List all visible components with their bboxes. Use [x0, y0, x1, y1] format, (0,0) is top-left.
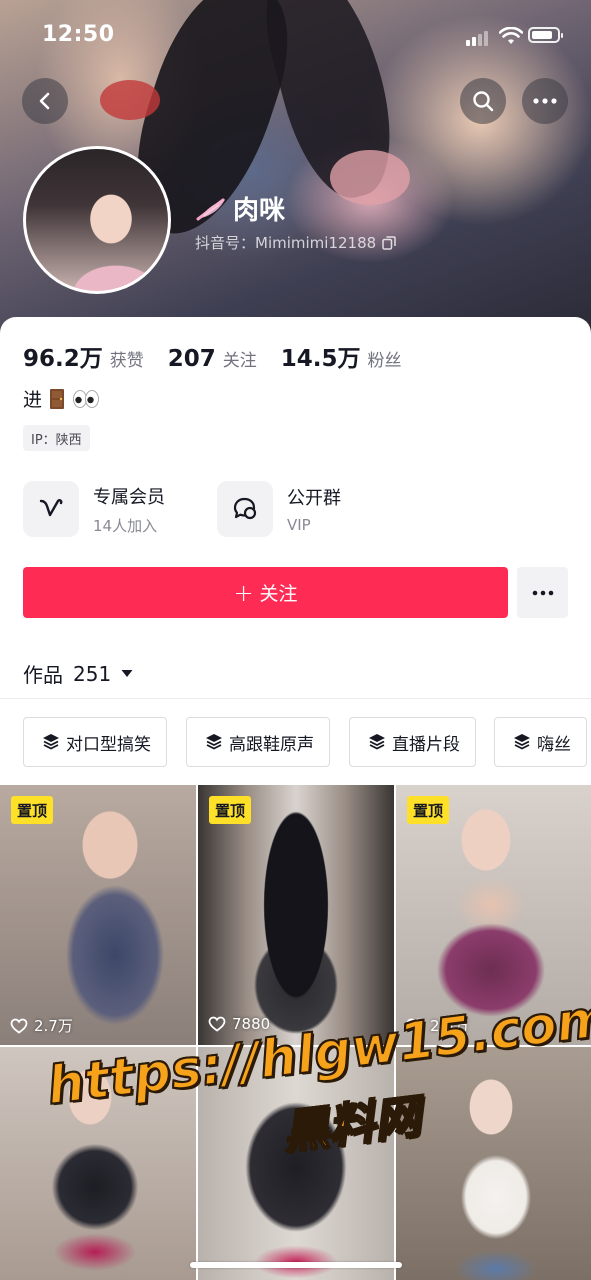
v-member-icon — [39, 499, 63, 517]
feature-public-group[interactable]: 公开群 VIP — [217, 481, 341, 537]
more-dots-icon — [532, 590, 553, 595]
battery-level — [532, 31, 553, 39]
ip-location-tag: IP：陕西 — [23, 425, 90, 451]
like-count-value: 2.7万 — [34, 1017, 73, 1035]
douyin-id-value: Mimimimi12188 — [255, 233, 377, 252]
stat-value: 14.5万 — [280, 346, 361, 372]
layers-icon — [43, 734, 59, 750]
tab-works[interactable]: 作品 251 — [23, 659, 133, 688]
like-count-value: 7880 — [232, 1015, 271, 1033]
battery-icon — [528, 27, 563, 43]
copy-icon[interactable] — [382, 235, 396, 250]
status-time: 12:50 — [42, 22, 115, 47]
collection-label: 嗨丝 — [537, 734, 571, 755]
wifi-icon — [499, 27, 523, 44]
banner-photo-detail — [330, 150, 410, 205]
bio: 进 — [23, 385, 100, 412]
nickname-row: 肉咪 — [195, 190, 285, 227]
heart-icon — [10, 1018, 28, 1034]
search-button[interactable] — [460, 78, 506, 124]
stats-row: 96.2万 获赞 207 关注 14.5万 粉丝 — [23, 339, 426, 373]
banner-photo-detail — [100, 80, 160, 120]
collection-chip[interactable]: 对口型搞笑 — [23, 717, 167, 767]
search-icon — [473, 91, 494, 112]
pinned-badge: 置顶 — [407, 796, 450, 824]
feature-title: 公开群 — [287, 488, 341, 509]
group-chat-icon — [233, 497, 257, 520]
caret-down-icon — [121, 670, 133, 677]
pinned-badge: 置顶 — [11, 796, 54, 824]
heart-icon — [208, 1016, 226, 1032]
collection-label: 直播片段 — [392, 734, 460, 755]
profile-more-button[interactable] — [517, 567, 568, 618]
video-thumbnail[interactable] — [396, 1047, 591, 1280]
pink-feather-icon — [196, 198, 225, 220]
collection-chip[interactable]: 高跟鞋原声 — [186, 717, 330, 767]
plus-icon: + — [233, 578, 254, 607]
feature-exclusive-member[interactable]: 专属会员 14人加入 — [23, 481, 165, 537]
stat-following[interactable]: 207 关注 — [168, 346, 257, 372]
like-count: 2.5万 — [406, 1015, 469, 1036]
collection-label: 高跟鞋原声 — [229, 734, 314, 755]
video-grid: 置顶 2.7万 置顶 7880 置顶 2.5万 — [0, 785, 591, 1280]
stat-followers[interactable]: 14.5万 粉丝 — [281, 339, 402, 373]
home-indicator[interactable] — [190, 1262, 402, 1268]
more-options-button[interactable] — [522, 78, 568, 124]
eyes-emoji-icon — [73, 389, 99, 408]
layers-icon — [514, 734, 530, 750]
status-bar: 12:50 — [0, 0, 591, 70]
divider — [0, 698, 591, 699]
video-thumbnail[interactable] — [0, 1047, 196, 1280]
pinned-badge: 置顶 — [209, 796, 252, 824]
follow-button-label: 关注 — [259, 583, 298, 605]
feature-icon-box — [217, 481, 273, 537]
video-thumbnail[interactable]: 置顶 2.7万 — [0, 785, 196, 1045]
collection-chip[interactable]: 嗨丝 — [494, 717, 587, 767]
nickname: 肉咪 — [233, 196, 286, 226]
collection-label: 对口型搞笑 — [66, 734, 151, 755]
douyin-id: 抖音号： Mimimimi12188 — [195, 232, 396, 253]
tab-label: 作品 — [23, 663, 63, 687]
feature-title: 专属会员 — [93, 486, 165, 508]
video-thumbnail[interactable]: 置顶 2.5万 — [396, 785, 591, 1045]
like-count-value: 2.5万 — [430, 1017, 469, 1035]
back-button[interactable] — [22, 78, 68, 124]
cellular-signal-icon — [466, 30, 492, 46]
video-thumbnail[interactable] — [198, 1047, 394, 1280]
more-dots-icon — [533, 98, 557, 104]
collection-chip[interactable]: 直播片段 — [349, 717, 476, 767]
stat-likes[interactable]: 96.2万 获赞 — [23, 339, 144, 373]
works-count: 251 — [73, 661, 112, 686]
collection-chips: 对口型搞笑 高跟鞋原声 直播片段 嗨丝 — [23, 717, 591, 769]
bio-text: 进 — [23, 389, 43, 411]
like-count: 2.7万 — [10, 1015, 73, 1036]
like-count: 7880 — [208, 1015, 270, 1033]
door-emoji-icon — [50, 388, 65, 409]
feature-subtitle: 14人加入 — [93, 516, 158, 535]
stat-value: 96.2万 — [23, 346, 103, 372]
douyin-id-label: 抖音号： — [195, 234, 256, 252]
stat-label: 获赞 — [109, 351, 144, 371]
follow-button[interactable]: + 关注 — [23, 567, 508, 618]
avatar[interactable] — [23, 146, 171, 294]
stat-value: 207 — [167, 346, 216, 372]
feature-icon-box — [23, 481, 79, 537]
heart-icon — [406, 1018, 424, 1034]
layers-icon — [206, 734, 222, 750]
chevron-left-icon — [39, 92, 50, 110]
stat-label: 关注 — [222, 351, 257, 371]
stat-label: 粉丝 — [367, 351, 402, 371]
layers-icon — [369, 734, 385, 750]
feature-subtitle: VIP — [287, 516, 311, 534]
video-thumbnail[interactable]: 置顶 7880 — [198, 785, 394, 1045]
